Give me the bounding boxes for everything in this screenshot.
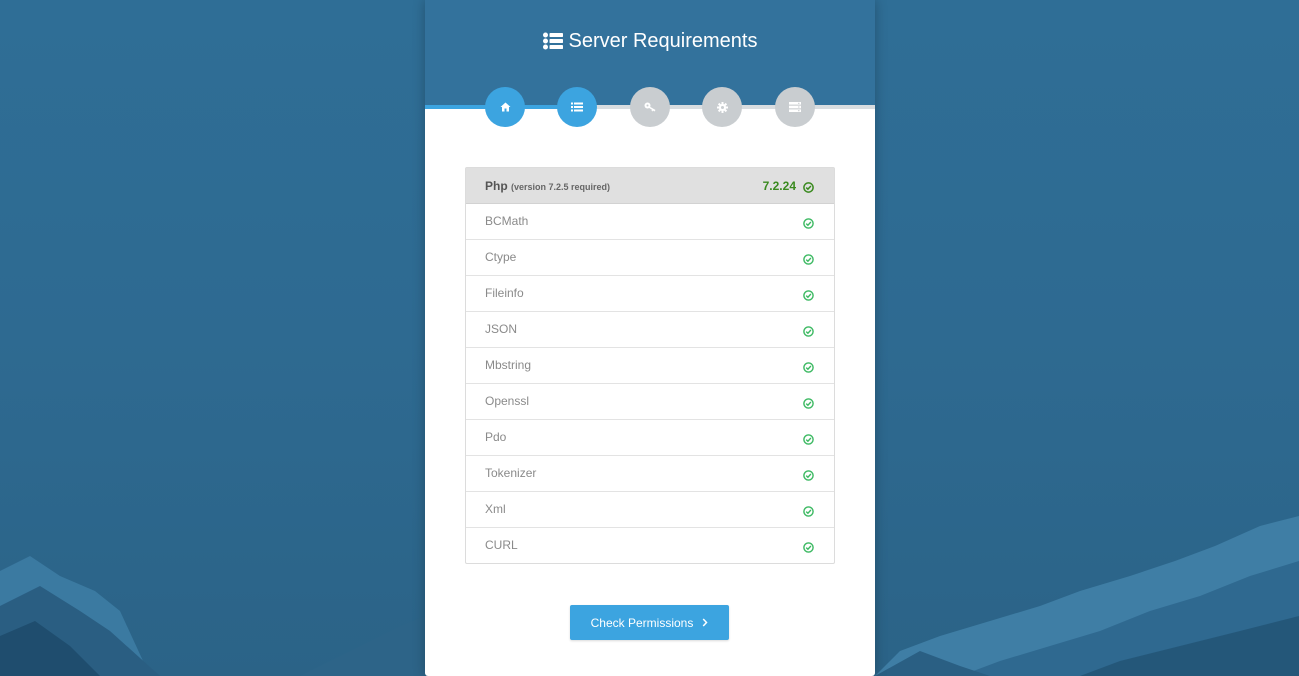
table-row: Xml	[466, 491, 834, 527]
table-row: Ctype	[466, 239, 834, 275]
requirement-label: Fileinfo	[485, 286, 524, 300]
requirement-label: BCMath	[485, 214, 529, 228]
check-circle-icon	[803, 504, 814, 522]
requirement-label: Openssl	[485, 394, 530, 408]
step-home[interactable]	[485, 87, 525, 127]
check-circle-icon	[803, 396, 814, 414]
wizard-steps	[425, 87, 875, 127]
step-permissions[interactable]	[630, 87, 670, 127]
table-row: BCMath	[466, 204, 834, 239]
requirement-label: CURL	[485, 538, 518, 552]
gear-icon	[716, 101, 728, 113]
php-requirement-row: Php (version 7.2.5 required) 7.2.24	[466, 168, 834, 204]
check-circle-icon	[803, 288, 814, 306]
chevron-right-icon	[702, 616, 708, 630]
requirement-label: Tokenizer	[485, 466, 537, 480]
table-row: Pdo	[466, 419, 834, 455]
step-requirements[interactable]	[557, 87, 597, 127]
page-title: Server Requirements	[425, 28, 875, 57]
check-permissions-button[interactable]: Check Permissions	[570, 605, 729, 640]
table-row: Mbstring	[466, 347, 834, 383]
check-circle-icon	[803, 324, 814, 342]
php-required-version: (version 7.2.5 required)	[511, 182, 611, 192]
requirement-label: Xml	[485, 502, 506, 516]
php-label: Php (version 7.2.5 required)	[485, 179, 611, 193]
list-icon	[542, 31, 563, 57]
installer-card: Server Requirements Php (version 7.2.5 r…	[425, 0, 875, 676]
table-row: Tokenizer	[466, 455, 834, 491]
table-row: Fileinfo	[466, 275, 834, 311]
home-icon	[500, 102, 511, 112]
key-icon	[644, 102, 656, 112]
table-row: Openssl	[466, 383, 834, 419]
check-circle-icon	[803, 252, 814, 270]
page-title-text: Server Requirements	[568, 30, 758, 52]
php-current-version: 7.2.24	[762, 179, 796, 193]
step-final[interactable]	[775, 87, 815, 127]
requirement-label: Mbstring	[485, 358, 532, 372]
check-circle-icon	[803, 180, 814, 198]
table-row: JSON	[466, 311, 834, 347]
check-circle-icon	[803, 360, 814, 378]
check-circle-icon	[803, 432, 814, 450]
check-circle-icon	[803, 540, 814, 558]
check-permissions-label: Check Permissions	[590, 615, 694, 630]
requirement-label: Pdo	[485, 430, 507, 444]
list-icon	[571, 102, 583, 112]
step-environment[interactable]	[702, 87, 742, 127]
table-row: CURL	[466, 527, 834, 563]
check-circle-icon	[803, 468, 814, 486]
requirement-label: JSON	[485, 322, 518, 336]
requirement-label: Ctype	[485, 250, 517, 264]
check-circle-icon	[803, 216, 814, 234]
requirements-table: Php (version 7.2.5 required) 7.2.24 BCMa…	[465, 167, 835, 564]
server-icon	[789, 102, 801, 112]
